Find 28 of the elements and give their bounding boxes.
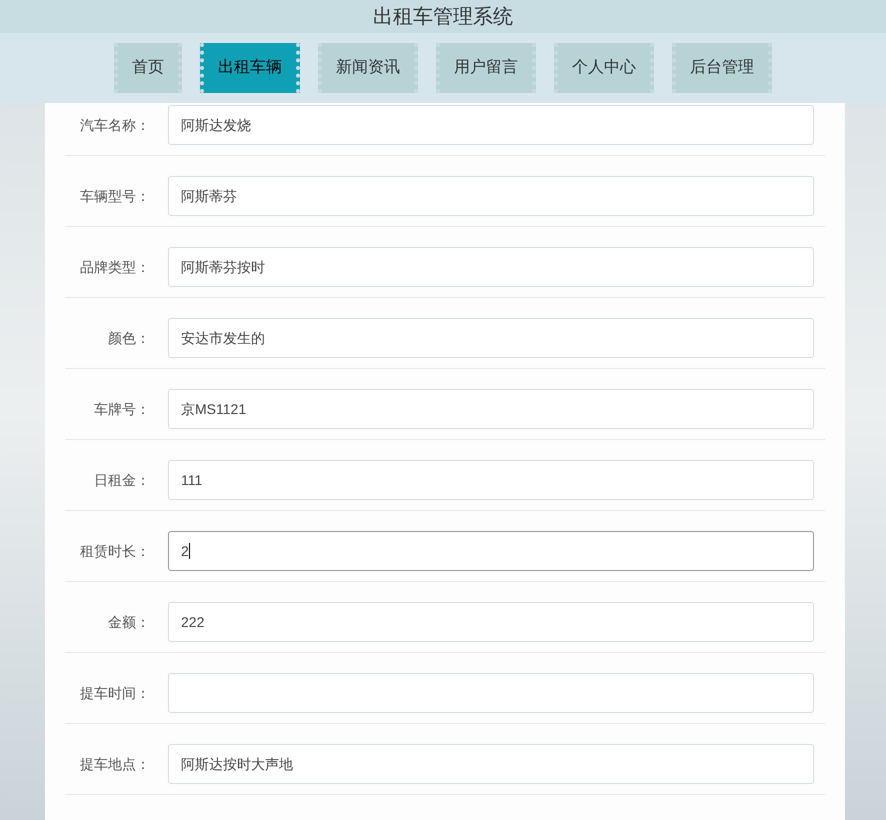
field-label: 车辆型号： [79,186,150,206]
field-label: 提车地点： [79,754,150,774]
field-label: 提车时间： [79,684,150,702]
input-field[interactable]: 阿斯达发烧 [168,105,814,145]
input-field[interactable]: 阿斯达按时大声地 [168,744,814,784]
input-field[interactable]: 阿斯蒂芬按时 [168,247,814,287]
nav-tab[interactable]: 出租车辆 [200,43,300,93]
input-field[interactable]: 222 [168,602,814,642]
field-label: 租赁时长： [79,542,150,560]
nav-tab[interactable]: 个人中心 [554,43,654,93]
input-field[interactable]: 京MS1121 [168,389,814,429]
input-field[interactable]: 安达市发生的 [168,318,814,358]
input-field[interactable]: 2 [168,531,814,571]
field-label: 金额： [107,612,150,632]
field-label: 汽车名称： [79,116,150,134]
nav-tab[interactable]: 新闻资讯 [318,43,418,93]
nav-tab[interactable]: 用户留言 [436,43,536,93]
field-label: 品牌类型： [79,258,150,276]
site-title: 出租车管理系统 [373,6,513,26]
nav-tab[interactable]: 首页 [114,43,182,93]
nav-tab[interactable]: 后台管理 [672,43,772,93]
input-field[interactable]: 阿斯蒂芬 [168,176,814,216]
field-label: 日租金： [93,470,150,490]
text-cursor [188,543,190,559]
field-label: 颜色： [107,328,150,348]
field-label: 车牌号： [93,400,150,418]
input-field[interactable]: 111 [168,460,814,500]
input-field[interactable] [168,673,814,713]
